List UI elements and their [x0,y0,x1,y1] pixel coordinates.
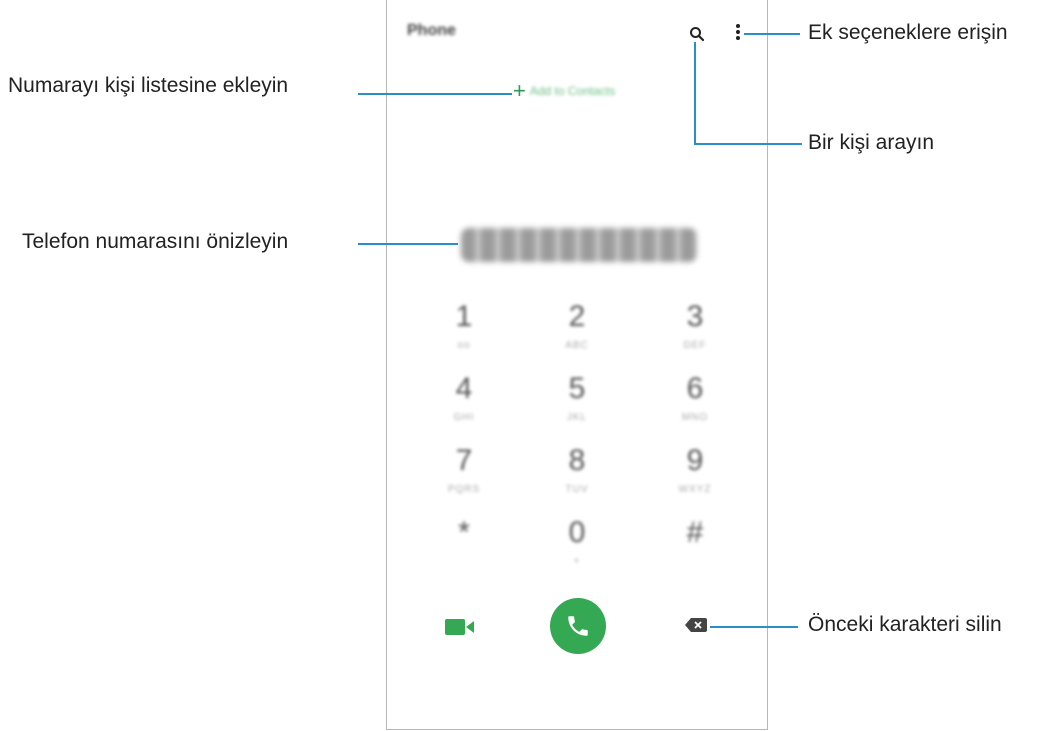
app-title: Phone [407,22,456,39]
video-call-icon[interactable] [445,618,475,636]
key-letters: ABC [565,340,589,351]
callout-backspace: Önceki karakteri silin [808,613,1002,636]
key-digit: 9 [686,444,704,477]
plus-icon: + [513,78,526,103]
key-9[interactable]: 9 WXYZ [655,444,735,495]
key-3[interactable]: 3 DEF [655,300,735,351]
search-icon[interactable] [689,26,705,42]
key-digit: 0 [568,516,586,549]
callout-line-search [694,143,802,145]
key-digit: 4 [455,372,473,405]
key-digit: 1 [455,300,473,333]
key-letters: DEF [683,340,707,351]
key-digit: 8 [568,444,586,477]
key-4[interactable]: 4 GHI [424,372,504,423]
add-to-contacts-button[interactable]: + Add to Contacts [513,80,615,102]
add-to-contacts-label: Add to Contacts [529,84,616,98]
key-letters: oo [457,340,471,351]
key-letters: WXYZ [678,484,712,495]
phone-icon [568,616,588,636]
key-letters: PQRS [447,484,481,495]
key-letters: MNO [681,412,709,423]
callout-more-options: Ek seçeneklere erişin [808,21,1008,44]
key-digit: * [458,516,470,549]
callout-search: Bir kişi arayın [808,131,935,154]
more-options-icon[interactable] [735,24,741,42]
callout-add-to-contacts: Numarayı kişi listesine ekleyin [8,74,289,97]
callout-line-search-vertical [694,42,696,144]
key-5[interactable]: 5 JKL [537,372,617,423]
phone-number-preview [461,228,697,262]
key-digit: 2 [568,300,586,333]
call-button[interactable] [550,598,606,654]
key-hash[interactable]: # [655,516,735,556]
key-1[interactable]: 1 oo [424,300,504,351]
key-letters: JKL [566,412,588,423]
callout-line-add [358,93,512,95]
bottom-action-row [387,590,767,660]
callout-number-preview: Telefon numarasını önizleyin [22,230,289,253]
key-0[interactable]: 0 + [537,516,617,567]
key-8[interactable]: 8 TUV [537,444,617,495]
callout-line-more [744,33,800,35]
callout-line-backspace [710,626,798,628]
key-letters: + [573,556,581,567]
key-7[interactable]: 7 PQRS [424,444,504,495]
key-digit: 6 [686,372,704,405]
key-digit: # [686,516,704,549]
key-digit: 5 [568,372,586,405]
key-star[interactable]: * [424,516,504,556]
key-letters: GHI [453,412,475,423]
backspace-icon[interactable] [685,618,707,632]
key-letters: TUV [565,484,589,495]
key-digit: 7 [455,444,473,477]
key-digit: 3 [686,300,704,333]
key-6[interactable]: 6 MNO [655,372,735,423]
callout-line-preview [358,243,458,245]
key-2[interactable]: 2 ABC [537,300,617,351]
phone-screen: Phone + Add to Contacts 1 oo 2 ABC 3 DEF… [386,0,768,730]
